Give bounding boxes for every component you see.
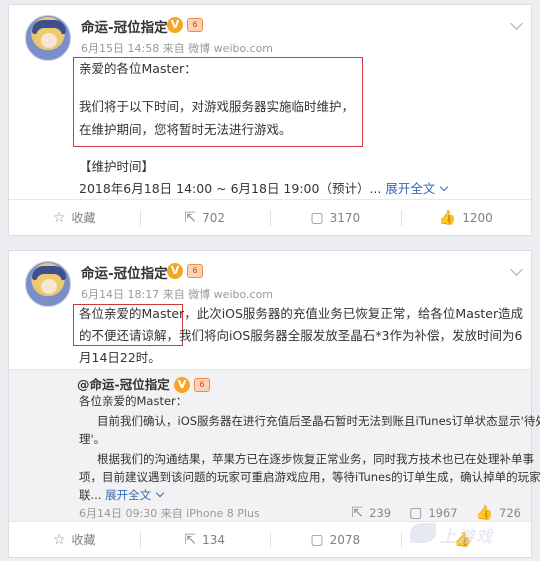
expand-link[interactable]: 展开全文	[385, 181, 435, 196]
quote-line-with-expand: 联... 展开全文	[79, 486, 165, 504]
repost-icon: ⇱	[184, 209, 197, 226]
repost-count: 702	[202, 210, 226, 225]
post-meta: 6月15日 14:58 来自 微博 weibo.com	[81, 42, 274, 55]
repost-count: 134	[202, 532, 226, 547]
chevron-down-icon[interactable]	[510, 263, 523, 276]
like-button[interactable]: 👍	[400, 522, 532, 557]
avatar[interactable]	[25, 15, 71, 61]
favorite-label: 收藏	[71, 533, 96, 547]
username[interactable]: 命运-冠位指定	[81, 16, 168, 36]
repost-icon: ⇱	[184, 531, 197, 548]
repost-icon: ⇱	[351, 505, 364, 521]
repost-button[interactable]: ⇱ 702	[139, 200, 271, 235]
quote-line: 联...	[79, 488, 102, 502]
post-line: 各位亲爱的Master，此次iOS服务器的充值业务已恢复正常，给各位Master…	[79, 306, 524, 321]
quote-like[interactable]: 👍 726	[476, 506, 521, 520]
comment-button[interactable]: ▢ 2078	[270, 522, 401, 557]
quote-meta: 6月14日 09:30 来自 iPhone 8 Plus	[79, 507, 260, 520]
comment-icon: ▢	[310, 531, 324, 548]
weibo-post-2: 命运-冠位指定 V 6 6月14日 18:17 来自 微博 weibo.com …	[8, 250, 540, 558]
quoted-post[interactable]: @命运-冠位指定 V 6 各位亲爱的Master： 目前我们确认，iOS服务器在…	[9, 369, 540, 522]
post-line: 2018年6月18日 14:00 ~ 6月18日 19:00（预计）...	[79, 181, 382, 196]
quote-repost-count: 239	[369, 506, 392, 520]
thumbs-up-icon: 👍	[438, 209, 457, 226]
quote-line: 根据我们的沟通结果，苹果方已在逐步恢复正常业务，同时我方技术也已在处理补单事	[97, 452, 534, 466]
comment-icon: ▢	[409, 505, 423, 521]
vip-badge-icon: 6	[194, 378, 210, 392]
post-line: 亲爱的各位Master：	[79, 61, 197, 76]
quote-line: 各位亲爱的Master：	[79, 394, 188, 408]
repost-button[interactable]: ⇱ 134	[139, 522, 271, 557]
vip-badge-icon: 6	[187, 18, 203, 32]
star-icon: ☆	[52, 531, 66, 548]
like-button[interactable]: 👍 1200	[400, 200, 532, 235]
like-count: 1200	[462, 210, 493, 225]
quote-line: 理'。	[79, 432, 106, 446]
expand-link[interactable]: 展开全文	[105, 488, 151, 502]
chevron-down-icon[interactable]	[440, 182, 449, 192]
chevron-down-icon[interactable]	[155, 488, 165, 498]
comment-button[interactable]: ▢ 3170	[270, 200, 401, 235]
quote-line: 项，目前建议遇到该问题的玩家可重启游戏应用，等待iTunes的订单生成，确认掉单…	[79, 470, 540, 484]
quote-repost[interactable]: ⇱ 239	[351, 506, 391, 520]
favorite-button[interactable]: ☆ 收藏	[9, 200, 140, 235]
thumbs-up-icon: 👍	[454, 531, 472, 548]
action-bar: ☆ 收藏 ⇱ 702 ▢ 3170 👍 1200	[9, 199, 531, 235]
post-meta: 6月14日 18:17 来自 微博 weibo.com	[81, 288, 274, 301]
verified-badge-icon: V	[167, 17, 183, 33]
quote-line: 目前我们确认，iOS服务器在进行充值后圣晶石暂时无法到账且iTunes订单状态显…	[97, 414, 540, 428]
quote-comment-count: 1967	[428, 506, 458, 520]
weibo-post-1: 命运-冠位指定 V 6 6月15日 14:58 来自 微博 weibo.com …	[8, 4, 532, 236]
vip-badge-icon: 6	[187, 264, 203, 278]
post-line: 在维护期间，您将暂时无法进行游戏。	[79, 122, 292, 137]
quote-comment[interactable]: ▢ 1967	[409, 506, 458, 520]
favorite-label: 收藏	[71, 211, 96, 225]
post-line-with-expand: 2018年6月18日 14:00 ~ 6月18日 19:00（预计）... 展开…	[79, 178, 449, 200]
post-line: 我们将于以下时间，对游戏服务器实施临时维护，	[79, 99, 355, 114]
quote-like-count: 726	[499, 506, 521, 520]
verified-badge-icon: V	[174, 377, 190, 393]
username[interactable]: 命运-冠位指定	[81, 262, 168, 282]
post-line: 月14日22时。	[79, 350, 161, 365]
chevron-down-icon[interactable]	[510, 17, 523, 30]
avatar[interactable]	[25, 261, 71, 307]
post-line: 的不便还请谅解，我们将向iOS服务器全服发放圣晶石*3作为补偿，发放时间为6	[79, 328, 523, 343]
favorite-button[interactable]: ☆ 收藏	[9, 522, 140, 557]
thumbs-up-icon: 👍	[475, 505, 494, 521]
action-bar: ☆ 收藏 ⇱ 134 ▢ 2078 👍	[9, 521, 531, 557]
comment-icon: ▢	[310, 209, 324, 226]
post-line: 【维护时间】	[79, 159, 155, 174]
verified-badge-icon: V	[167, 263, 183, 279]
quote-stats: ⇱ 239 ▢ 1967 👍 726	[351, 506, 521, 520]
star-icon: ☆	[52, 209, 66, 226]
comment-count: 3170	[329, 210, 361, 225]
comment-count: 2078	[329, 532, 361, 547]
